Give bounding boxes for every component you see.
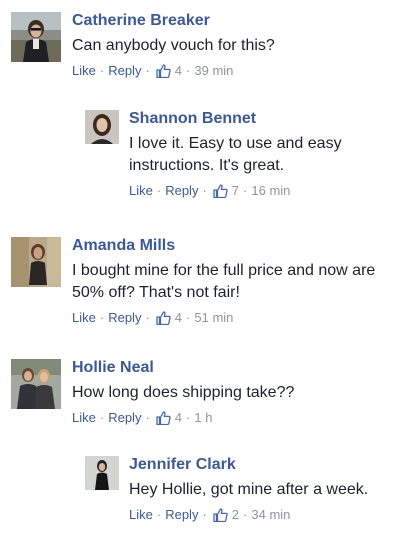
like-link[interactable]: Like [72,62,96,80]
thumbs-up-icon [156,64,171,78]
thumbs-up-icon [156,311,171,325]
separator: · [243,507,248,522]
reply-shannon-bennet: Shannon Bennet I love it. Easy to use an… [85,109,400,200]
thumbs-up-icon [213,508,228,522]
comment-text: I love it. Easy to use and easy instruct… [129,135,342,174]
comment-actions: Like · Reply · 7 · 16 min [129,182,369,200]
avatar[interactable] [85,110,119,144]
comment-actions: Like · Reply · 4 · 39 min [72,62,275,80]
like-link[interactable]: Like [72,309,96,327]
like-count: 7 [231,183,240,198]
separator: · [99,410,105,425]
comment-actions: Like · Reply · 2 · 34 min [129,506,368,524]
separator: · [145,310,150,325]
like-count: 4 [174,63,183,78]
separator: · [186,310,191,325]
separator: · [99,310,105,325]
avatar-photo [85,110,119,144]
separator: · [202,507,207,522]
timestamp[interactable]: 1 h [194,409,212,427]
comment-amanda-mills: Amanda Mills I bought mine for the full … [11,236,401,327]
reply-link[interactable]: Reply [165,182,198,200]
commenter-name[interactable]: Shannon Bennet [129,109,369,129]
comment-text: I bought mine for the full price and now… [72,262,376,301]
separator: · [99,63,105,78]
timestamp[interactable]: 16 min [251,182,290,200]
separator: · [156,183,162,198]
comment-text: Hey Hollie, got mine after a week. [129,481,369,498]
comment-hollie-neal: Hollie Neal How long does shipping take?… [11,358,401,427]
separator: · [186,63,191,78]
commenter-name[interactable]: Catherine Breaker [72,11,275,31]
timestamp[interactable]: 51 min [194,309,233,327]
comment-catherine-breaker: Catherine Breaker Can anybody vouch for … [11,11,401,80]
commenter-name[interactable]: Amanda Mills [72,236,377,256]
like-count: 2 [231,507,240,522]
avatar-photo [85,456,119,490]
thumbs-up-icon [213,184,228,198]
avatar[interactable] [11,237,61,287]
separator: · [202,183,207,198]
like-count: 4 [174,310,183,325]
like-count: 4 [174,410,183,425]
timestamp[interactable]: 34 min [251,506,290,524]
separator: · [145,63,150,78]
avatar[interactable] [11,359,61,409]
reply-link[interactable]: Reply [108,309,141,327]
avatar-photo [11,12,61,62]
like-link[interactable]: Like [72,409,96,427]
comment-text: Can anybody vouch for this? [72,37,275,54]
comment-actions: Like · Reply · 4 · 1 h [72,409,294,427]
separator: · [243,183,248,198]
comment-text: How long does shipping take?? [72,384,295,401]
reply-link[interactable]: Reply [165,506,198,524]
separator: · [186,410,191,425]
avatar[interactable] [11,12,61,62]
commenter-name[interactable]: Hollie Neal [72,358,294,378]
like-link[interactable]: Like [129,182,153,200]
reply-link[interactable]: Reply [108,62,141,80]
separator: · [156,507,162,522]
thumbs-up-icon [156,411,171,425]
like-link[interactable]: Like [129,506,153,524]
avatar[interactable] [85,456,119,490]
avatar-photo [11,237,61,287]
commenter-name[interactable]: Jennifer Clark [129,455,368,475]
reply-jennifer-clark: Jennifer Clark Hey Hollie, got mine afte… [85,455,400,524]
comment-actions: Like · Reply · 4 · 51 min [72,309,377,327]
avatar-photo [11,359,61,409]
separator: · [145,410,150,425]
reply-link[interactable]: Reply [108,409,141,427]
timestamp[interactable]: 39 min [194,62,233,80]
